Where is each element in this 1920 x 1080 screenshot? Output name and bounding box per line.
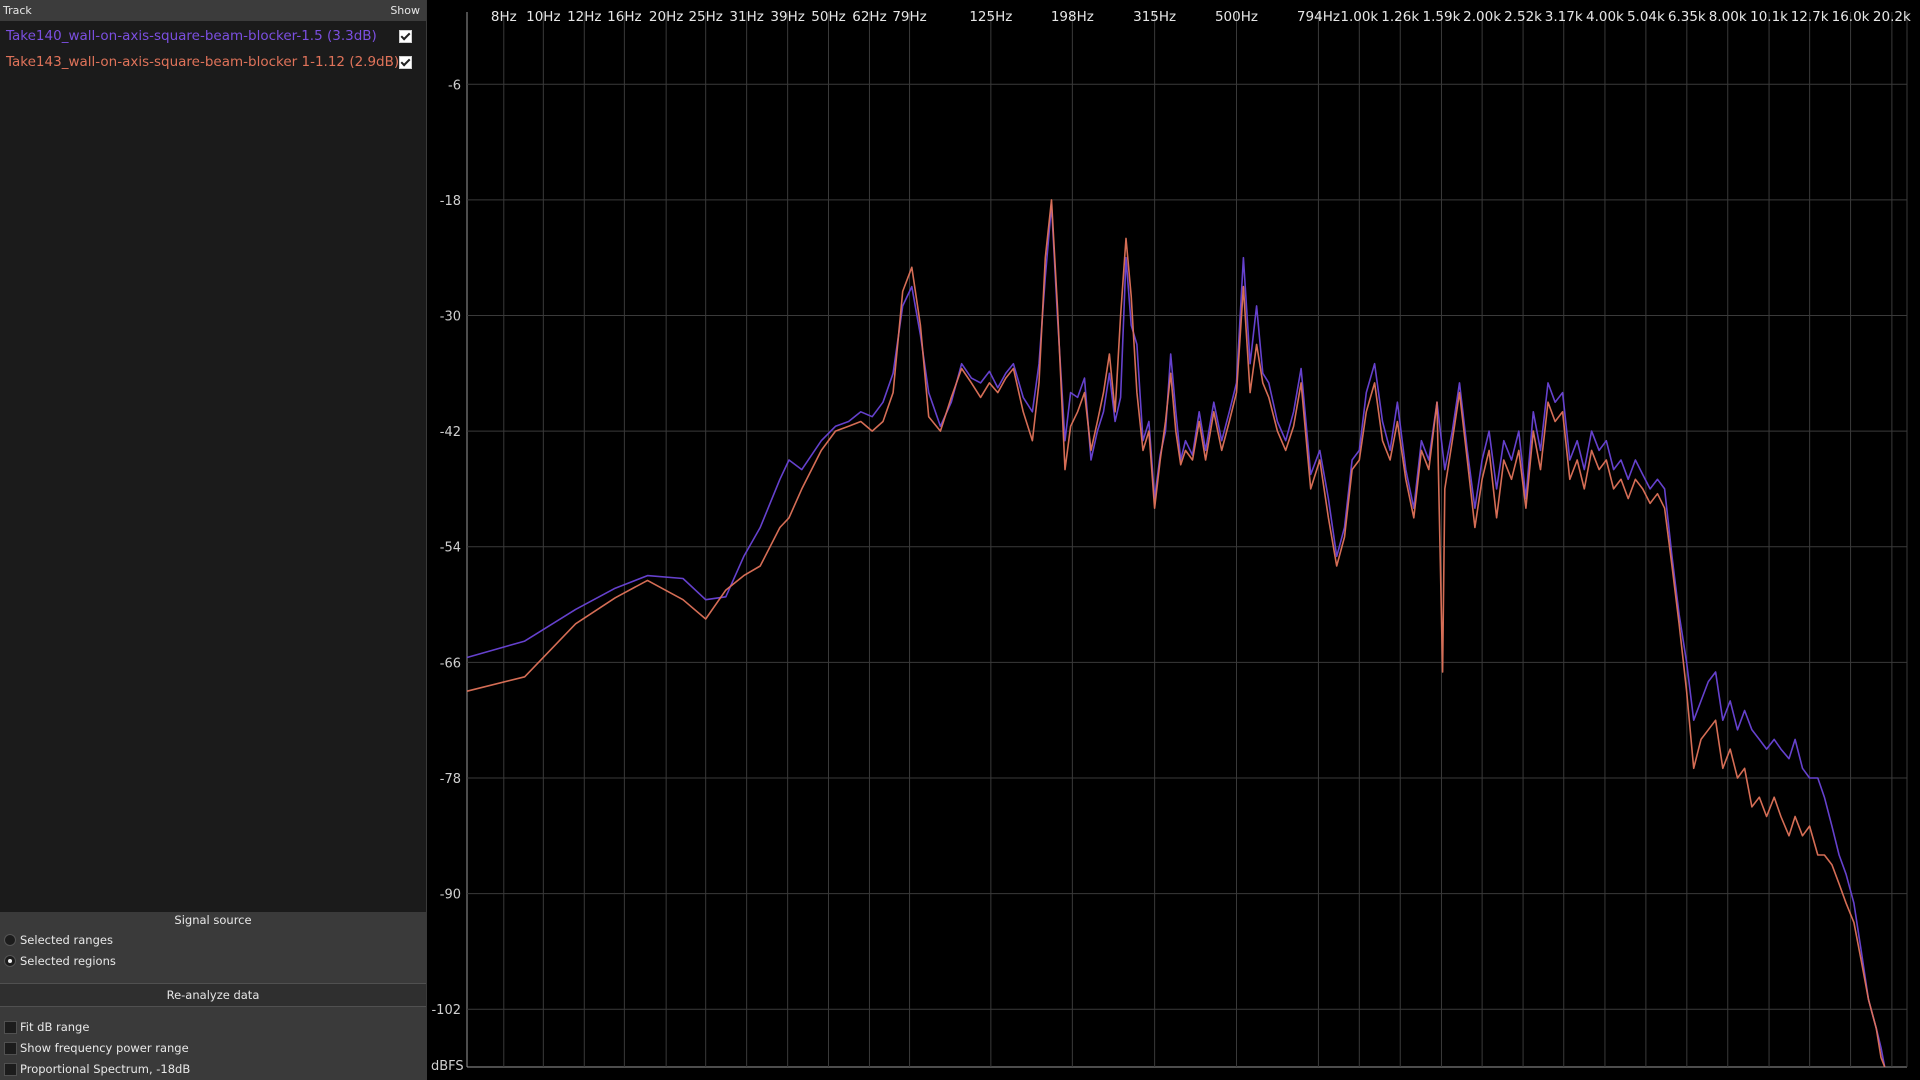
x-tick-label: 125Hz [969, 9, 1012, 25]
y-tick-label: -42 [440, 425, 461, 440]
track-row[interactable]: Take140_wall-on-axis-square-beam-blocker… [0, 24, 426, 48]
track-name: Take143_wall-on-axis-square-beam-blocker… [6, 54, 400, 70]
x-tick-label: 50Hz [811, 9, 845, 25]
y-tick-label: -78 [440, 772, 461, 787]
y-tick-label: -90 [440, 888, 461, 903]
spectrum-chart: -6 -18 -30 -42 -54 -66 -78 -90 -102 8Hz 10Hz 12Hz 16… [431, 9, 1911, 1068]
x-tick-label: 794Hz [1297, 9, 1340, 25]
x-tick-label: 20.2k [1873, 9, 1911, 25]
x-tick-label: 6.35k [1668, 9, 1706, 25]
option-label: Proportional Spectrum, -18dB [20, 1062, 191, 1076]
x-tick-label: 198Hz [1051, 9, 1094, 25]
radio-button[interactable] [4, 934, 16, 946]
x-tick-label: 2.52k [1504, 9, 1542, 25]
x-tick-label: 12Hz [567, 9, 601, 25]
x-tick-label: 79Hz [892, 9, 926, 25]
track-name: Take140_wall-on-axis-square-beam-blocker… [6, 28, 377, 44]
x-tick-label: 8.00k [1709, 9, 1747, 25]
radio-label: Selected regions [20, 954, 116, 968]
y-tick-label: -102 [431, 1003, 461, 1018]
x-tick-label: 16.0k [1832, 9, 1870, 25]
reanalyze-button[interactable]: Re-analyze data [0, 983, 426, 1007]
y-tick-label: -6 [448, 78, 461, 93]
radio-button[interactable] [4, 955, 16, 967]
x-tick-label: 4.00k [1586, 9, 1624, 25]
option-label: Fit dB range [20, 1020, 90, 1034]
show-column-header: Show [390, 4, 420, 17]
y-tick-label: -54 [440, 541, 461, 556]
x-tick-label: 12.7k [1791, 9, 1829, 25]
x-tick-label: 1.26k [1381, 9, 1419, 25]
x-tick-label: 2.00k [1463, 9, 1501, 25]
x-tick-label: 62Hz [852, 9, 886, 25]
series-line [466, 203, 1886, 1068]
x-tick-label: 10.1k [1750, 9, 1788, 25]
spectrum-plot[interactable]: -6 -18 -30 -42 -54 -66 -78 -90 -102 8Hz 10Hz 12Hz 16… [427, 0, 1920, 1080]
signal-source-title: Signal source [174, 913, 252, 927]
x-tick-label: 3.17k [1545, 9, 1583, 25]
x-tick-label: 16Hz [607, 9, 641, 25]
y-tick-label: -30 [440, 309, 461, 324]
checkbox[interactable] [4, 1042, 17, 1055]
y-tick-label: -66 [440, 656, 461, 671]
track-show-checkbox[interactable] [399, 56, 412, 69]
x-tick-label: 25Hz [688, 9, 722, 25]
x-tick-label: 39Hz [770, 9, 804, 25]
y-tick-label: -18 [440, 194, 461, 209]
option-label: Show frequency power range [20, 1041, 189, 1055]
x-tick-label: 20Hz [649, 9, 683, 25]
track-column-header: Track [3, 4, 32, 17]
x-tick-label: 1.00k [1340, 9, 1378, 25]
track-list-header: Track Show [0, 0, 426, 21]
series-line [466, 199, 1886, 1068]
x-tick-label: 10Hz [526, 9, 560, 25]
checkbox[interactable] [4, 1021, 17, 1034]
x-tick-label: 8Hz [491, 9, 517, 25]
track-row[interactable]: Take143_wall-on-axis-square-beam-blocker… [0, 50, 426, 74]
x-tick-label: 1.59k [1423, 9, 1461, 25]
checkbox[interactable] [4, 1063, 17, 1076]
signal-source-panel: Signal source Selected ranges Selected r… [0, 912, 426, 1080]
x-tick-label: 5.04k [1627, 9, 1665, 25]
track-show-checkbox[interactable] [399, 30, 412, 43]
x-tick-label: 31Hz [729, 9, 763, 25]
y-axis-unit-label: dBFS [431, 1059, 464, 1074]
x-tick-label: 315Hz [1133, 9, 1176, 25]
x-tick-label: 500Hz [1215, 9, 1258, 25]
radio-label: Selected ranges [20, 933, 113, 947]
